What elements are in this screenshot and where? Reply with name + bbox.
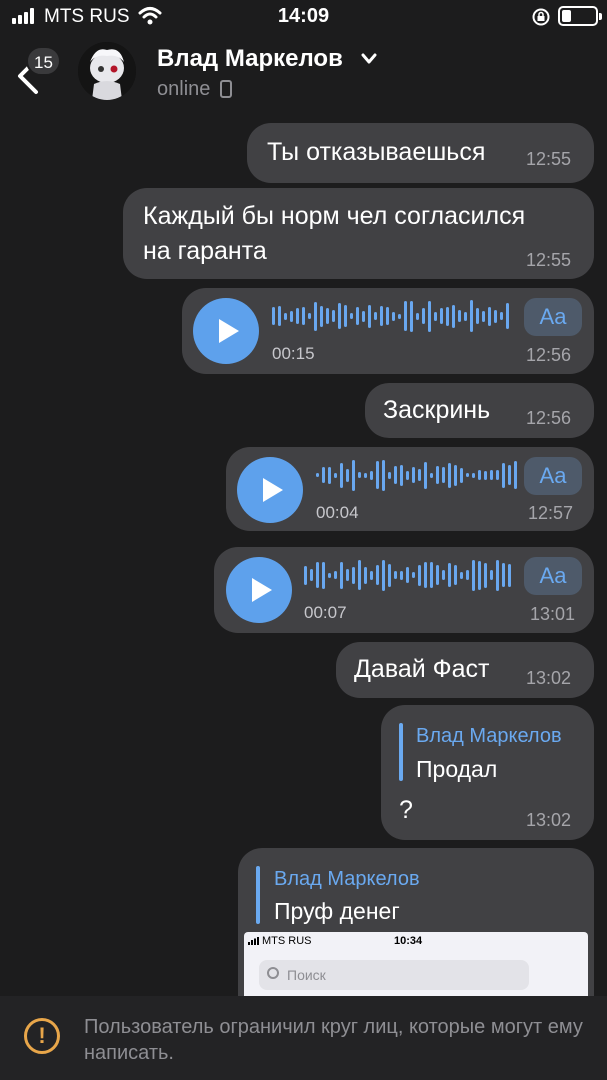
restricted-notice-text: Пользователь ограничил круг лиц, которые… bbox=[84, 1016, 583, 1064]
voice-duration: 00:04 bbox=[316, 503, 359, 522]
restricted-notice: ! Пользователь ограничил круг лиц, котор… bbox=[0, 996, 607, 1080]
message-time: 12:57 bbox=[528, 503, 574, 523]
unread-badge[interactable]: 15 bbox=[26, 46, 61, 76]
reply-accent-bar bbox=[399, 723, 403, 781]
transcribe-button[interactable]: Aa bbox=[524, 557, 582, 595]
voice-message[interactable]: 00:04 Aa 12:57 bbox=[226, 447, 594, 531]
reply-message[interactable]: Влад Маркелов Продал ? 13:02 bbox=[381, 705, 594, 840]
reply-quoted-text[interactable]: Пруф денег bbox=[274, 898, 400, 925]
message-bubble[interactable]: Давай Фаст 13:02 bbox=[336, 642, 594, 698]
play-icon[interactable] bbox=[237, 457, 303, 523]
chat-header: 15 Влад Маркелов online bbox=[0, 34, 607, 114]
reply-quoted-text[interactable]: Продал bbox=[416, 756, 497, 783]
screenshot-carrier: MTS RUS bbox=[262, 935, 312, 947]
message-text: Каждый бы норм чел согласился bbox=[143, 202, 526, 230]
signal-icon bbox=[248, 937, 259, 945]
reply-accent-bar bbox=[256, 866, 260, 924]
message-bubble[interactable]: Каждый бы норм чел согласился на гаранта… bbox=[123, 188, 594, 279]
message-time: 12:56 bbox=[526, 408, 572, 428]
play-icon[interactable] bbox=[193, 298, 259, 364]
avatar[interactable] bbox=[78, 42, 136, 100]
message-list[interactable]: Ты отказываешься 12:55 Каждый бы норм че… bbox=[0, 114, 607, 996]
reply-author[interactable]: Влад Маркелов bbox=[274, 868, 420, 891]
status-bar: MTS RUS 14:09 bbox=[0, 0, 607, 34]
reply-author[interactable]: Влад Маркелов bbox=[416, 725, 562, 748]
status-time: 14:09 bbox=[277, 5, 330, 27]
search-icon bbox=[267, 967, 279, 979]
message-bubble[interactable]: Ты отказываешься 12:55 bbox=[247, 123, 594, 183]
waveform[interactable] bbox=[272, 298, 512, 334]
message-bubble[interactable]: Заскринь 12:56 bbox=[365, 383, 594, 438]
waveform[interactable] bbox=[304, 557, 514, 593]
presence-status: online bbox=[157, 78, 211, 100]
screenshot-search-field: Поиск bbox=[259, 960, 529, 990]
screenshot-image[interactable]: MTS RUS 10:34 Поиск bbox=[244, 932, 588, 996]
play-icon[interactable] bbox=[226, 557, 292, 623]
transcribe-button[interactable]: Aa bbox=[524, 457, 582, 495]
message-time: 12:55 bbox=[526, 149, 572, 169]
rotation-lock-icon bbox=[532, 8, 550, 26]
contact-name[interactable]: Влад Маркелов bbox=[157, 45, 343, 73]
message-time: 13:02 bbox=[526, 668, 572, 688]
voice-duration: 00:07 bbox=[304, 603, 347, 622]
message-time: 12:55 bbox=[526, 250, 572, 270]
message-text: ? bbox=[399, 796, 413, 824]
mobile-device-icon bbox=[220, 80, 232, 98]
transcribe-button[interactable]: Aa bbox=[524, 298, 582, 336]
message-text: Давай Фаст bbox=[354, 655, 490, 683]
battery-icon bbox=[558, 6, 602, 26]
message-text: Ты отказываешься bbox=[267, 138, 486, 166]
waveform[interactable] bbox=[316, 457, 517, 493]
voice-duration: 00:15 bbox=[272, 344, 315, 363]
search-placeholder: Поиск bbox=[287, 967, 326, 983]
message-time: 13:02 bbox=[526, 810, 572, 830]
voice-message[interactable]: 00:07 Aa 13:01 bbox=[214, 547, 594, 633]
message-text: Заскринь bbox=[383, 396, 491, 424]
warning-icon: ! bbox=[24, 1018, 60, 1054]
chevron-down-icon[interactable] bbox=[360, 52, 378, 66]
message-time: 12:56 bbox=[526, 345, 572, 365]
message-time: 13:01 bbox=[530, 604, 576, 624]
voice-message[interactable]: 00:15 Aa 12:56 bbox=[182, 288, 594, 374]
message-text-line2: на гаранта bbox=[143, 237, 267, 265]
screenshot-time: 10:34 bbox=[394, 935, 423, 947]
